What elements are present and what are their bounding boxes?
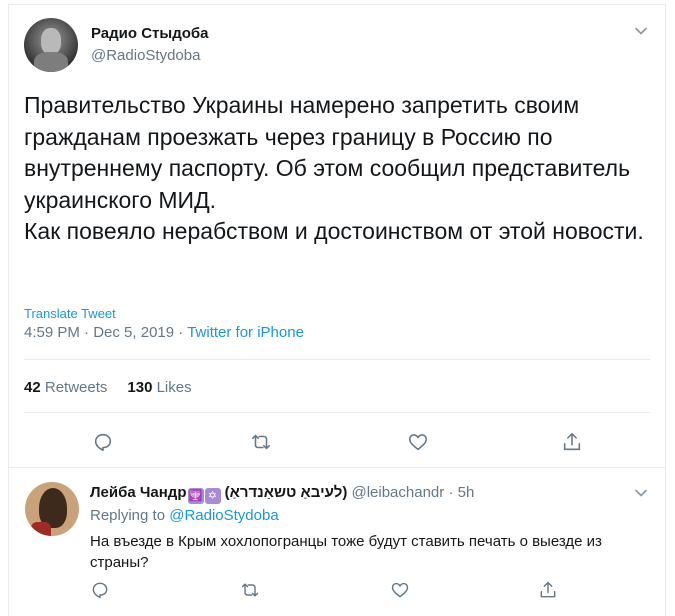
- tweet-time[interactable]: 4:59 PM: [24, 324, 80, 341]
- replying-to: Replying to @RadioStydoba: [90, 507, 279, 524]
- divider: [9, 467, 666, 468]
- tweet-meta: 4:59 PM · Dec 5, 2019 · Twitter for iPho…: [24, 324, 304, 341]
- reply-icon[interactable]: [90, 580, 110, 600]
- reply-icon[interactable]: [92, 431, 114, 453]
- tweet-text: Правительство Украины намерено запретить…: [24, 92, 644, 244]
- meta-separator: ·: [448, 484, 454, 501]
- retweets-label: Retweets: [44, 379, 108, 396]
- meta-separator: ·: [178, 324, 184, 341]
- tweet-date[interactable]: Dec 5, 2019: [93, 324, 174, 341]
- likes-stat[interactable]: 130 Likes: [127, 379, 191, 396]
- replying-to-label: Replying to: [90, 507, 166, 524]
- retweets-count: 42: [24, 379, 41, 396]
- reply-author-name[interactable]: Лейба Чандр: [90, 484, 187, 501]
- author-name[interactable]: Радио Стыдоба: [91, 25, 209, 42]
- tweet-action-bar: [24, 431, 604, 453]
- chevron-down-icon[interactable]: [634, 486, 648, 500]
- author-handle[interactable]: @RadioStydoba: [91, 47, 200, 64]
- star-of-david-emoji: ✡: [204, 488, 221, 504]
- likes-label: Likes: [156, 379, 192, 396]
- replying-to-mention[interactable]: @RadioStydoba: [169, 507, 278, 524]
- divider: [24, 359, 650, 360]
- reply-author-avatar[interactable]: [25, 482, 79, 536]
- divider: [24, 412, 650, 413]
- tweet-source-link[interactable]: Twitter for iPhone: [187, 324, 304, 341]
- tweet-stats: 42 Retweets 130 Likes: [24, 379, 192, 396]
- meta-separator: ·: [84, 324, 90, 341]
- reply-timestamp[interactable]: 5h: [458, 484, 475, 501]
- reply-author-name-extra[interactable]: (לעיבאַ טשאַנדראַ): [225, 484, 348, 501]
- reply-author-handle[interactable]: @leibachandr: [351, 484, 444, 501]
- menorah-emoji: 🕎: [187, 488, 204, 504]
- chevron-down-icon[interactable]: [634, 24, 648, 38]
- share-icon[interactable]: [561, 431, 583, 453]
- likes-count: 130: [127, 379, 153, 396]
- like-icon[interactable]: [407, 431, 429, 453]
- share-icon[interactable]: [538, 580, 558, 600]
- reply-action-bar: [90, 580, 560, 600]
- retweet-icon[interactable]: [240, 580, 260, 600]
- like-icon[interactable]: [390, 580, 410, 600]
- retweet-icon[interactable]: [250, 431, 272, 453]
- reply-text: На въезде в Крым хохлопогранцы тоже буду…: [90, 533, 602, 571]
- author-avatar[interactable]: [24, 18, 78, 72]
- reply-header: Лейба Чандр 🕎 ✡ (לעיבאַ טשאַנדראַ) @leibac…: [90, 484, 474, 504]
- translate-tweet-link[interactable]: Translate Tweet: [24, 306, 116, 321]
- retweets-stat[interactable]: 42 Retweets: [24, 379, 107, 396]
